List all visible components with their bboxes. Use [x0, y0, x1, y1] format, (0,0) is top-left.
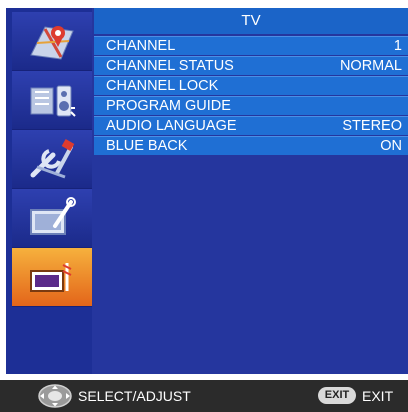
menu-item-channel-lock[interactable]: CHANNEL LOCK: [94, 76, 408, 95]
menu-item-channel[interactable]: CHANNEL 1: [94, 36, 408, 55]
menu-item-audio-language[interactable]: AUDIO LANGUAGE STEREO: [94, 116, 408, 135]
tools-icon: [30, 139, 75, 179]
menu-item-program-guide[interactable]: PROGRAM GUIDE: [94, 96, 408, 115]
navigation-pad-icon: [38, 384, 72, 408]
tv-osd-menu: TV CHANNEL 1 CHANNEL STATUS NORMAL CHANN…: [0, 0, 408, 412]
sidebar-tab-setup[interactable]: [12, 130, 92, 189]
menu-item-label: BLUE BACK: [106, 137, 188, 154]
sidebar: [6, 8, 92, 374]
tv-wrench-icon: [30, 197, 76, 235]
menu-item-label: CHANNEL: [106, 37, 176, 54]
exit-label: EXIT: [362, 388, 394, 404]
menu-item-channel-status[interactable]: CHANNEL STATUS NORMAL: [94, 56, 408, 75]
exit-key-icon[interactable]: EXIT: [318, 387, 356, 404]
menu-item-value: ON: [380, 137, 402, 154]
menu-item-value: 1: [393, 37, 402, 54]
audio-equalizer-icon: [30, 85, 76, 117]
menu-item-label: AUDIO LANGUAGE: [106, 117, 237, 134]
select-adjust-label: SELECT/ADJUST: [78, 388, 191, 404]
menu-title: TV: [94, 8, 408, 34]
sidebar-tab-tv[interactable]: [12, 248, 92, 307]
menu-item-label: CHANNEL STATUS: [106, 57, 234, 74]
menu-panel: TV CHANNEL 1 CHANNEL STATUS NORMAL CHANN…: [92, 8, 408, 374]
sidebar-tab-location[interactable]: [12, 12, 92, 71]
menu-item-label: PROGRAM GUIDE: [106, 97, 231, 114]
sidebar-tab-audio[interactable]: [12, 71, 92, 130]
footer-bar: SELECT/ADJUST EXIT EXIT: [0, 380, 408, 412]
menu-item-value: STEREO: [342, 117, 402, 134]
map-pin-icon: [30, 26, 74, 60]
menu-item-label: CHANNEL LOCK: [106, 77, 219, 94]
sidebar-tab-picture[interactable]: [12, 189, 92, 248]
tv-antenna-icon: [30, 263, 72, 292]
menu-item-blue-back[interactable]: BLUE BACK ON: [94, 136, 408, 155]
menu-item-value: NORMAL: [339, 57, 402, 74]
